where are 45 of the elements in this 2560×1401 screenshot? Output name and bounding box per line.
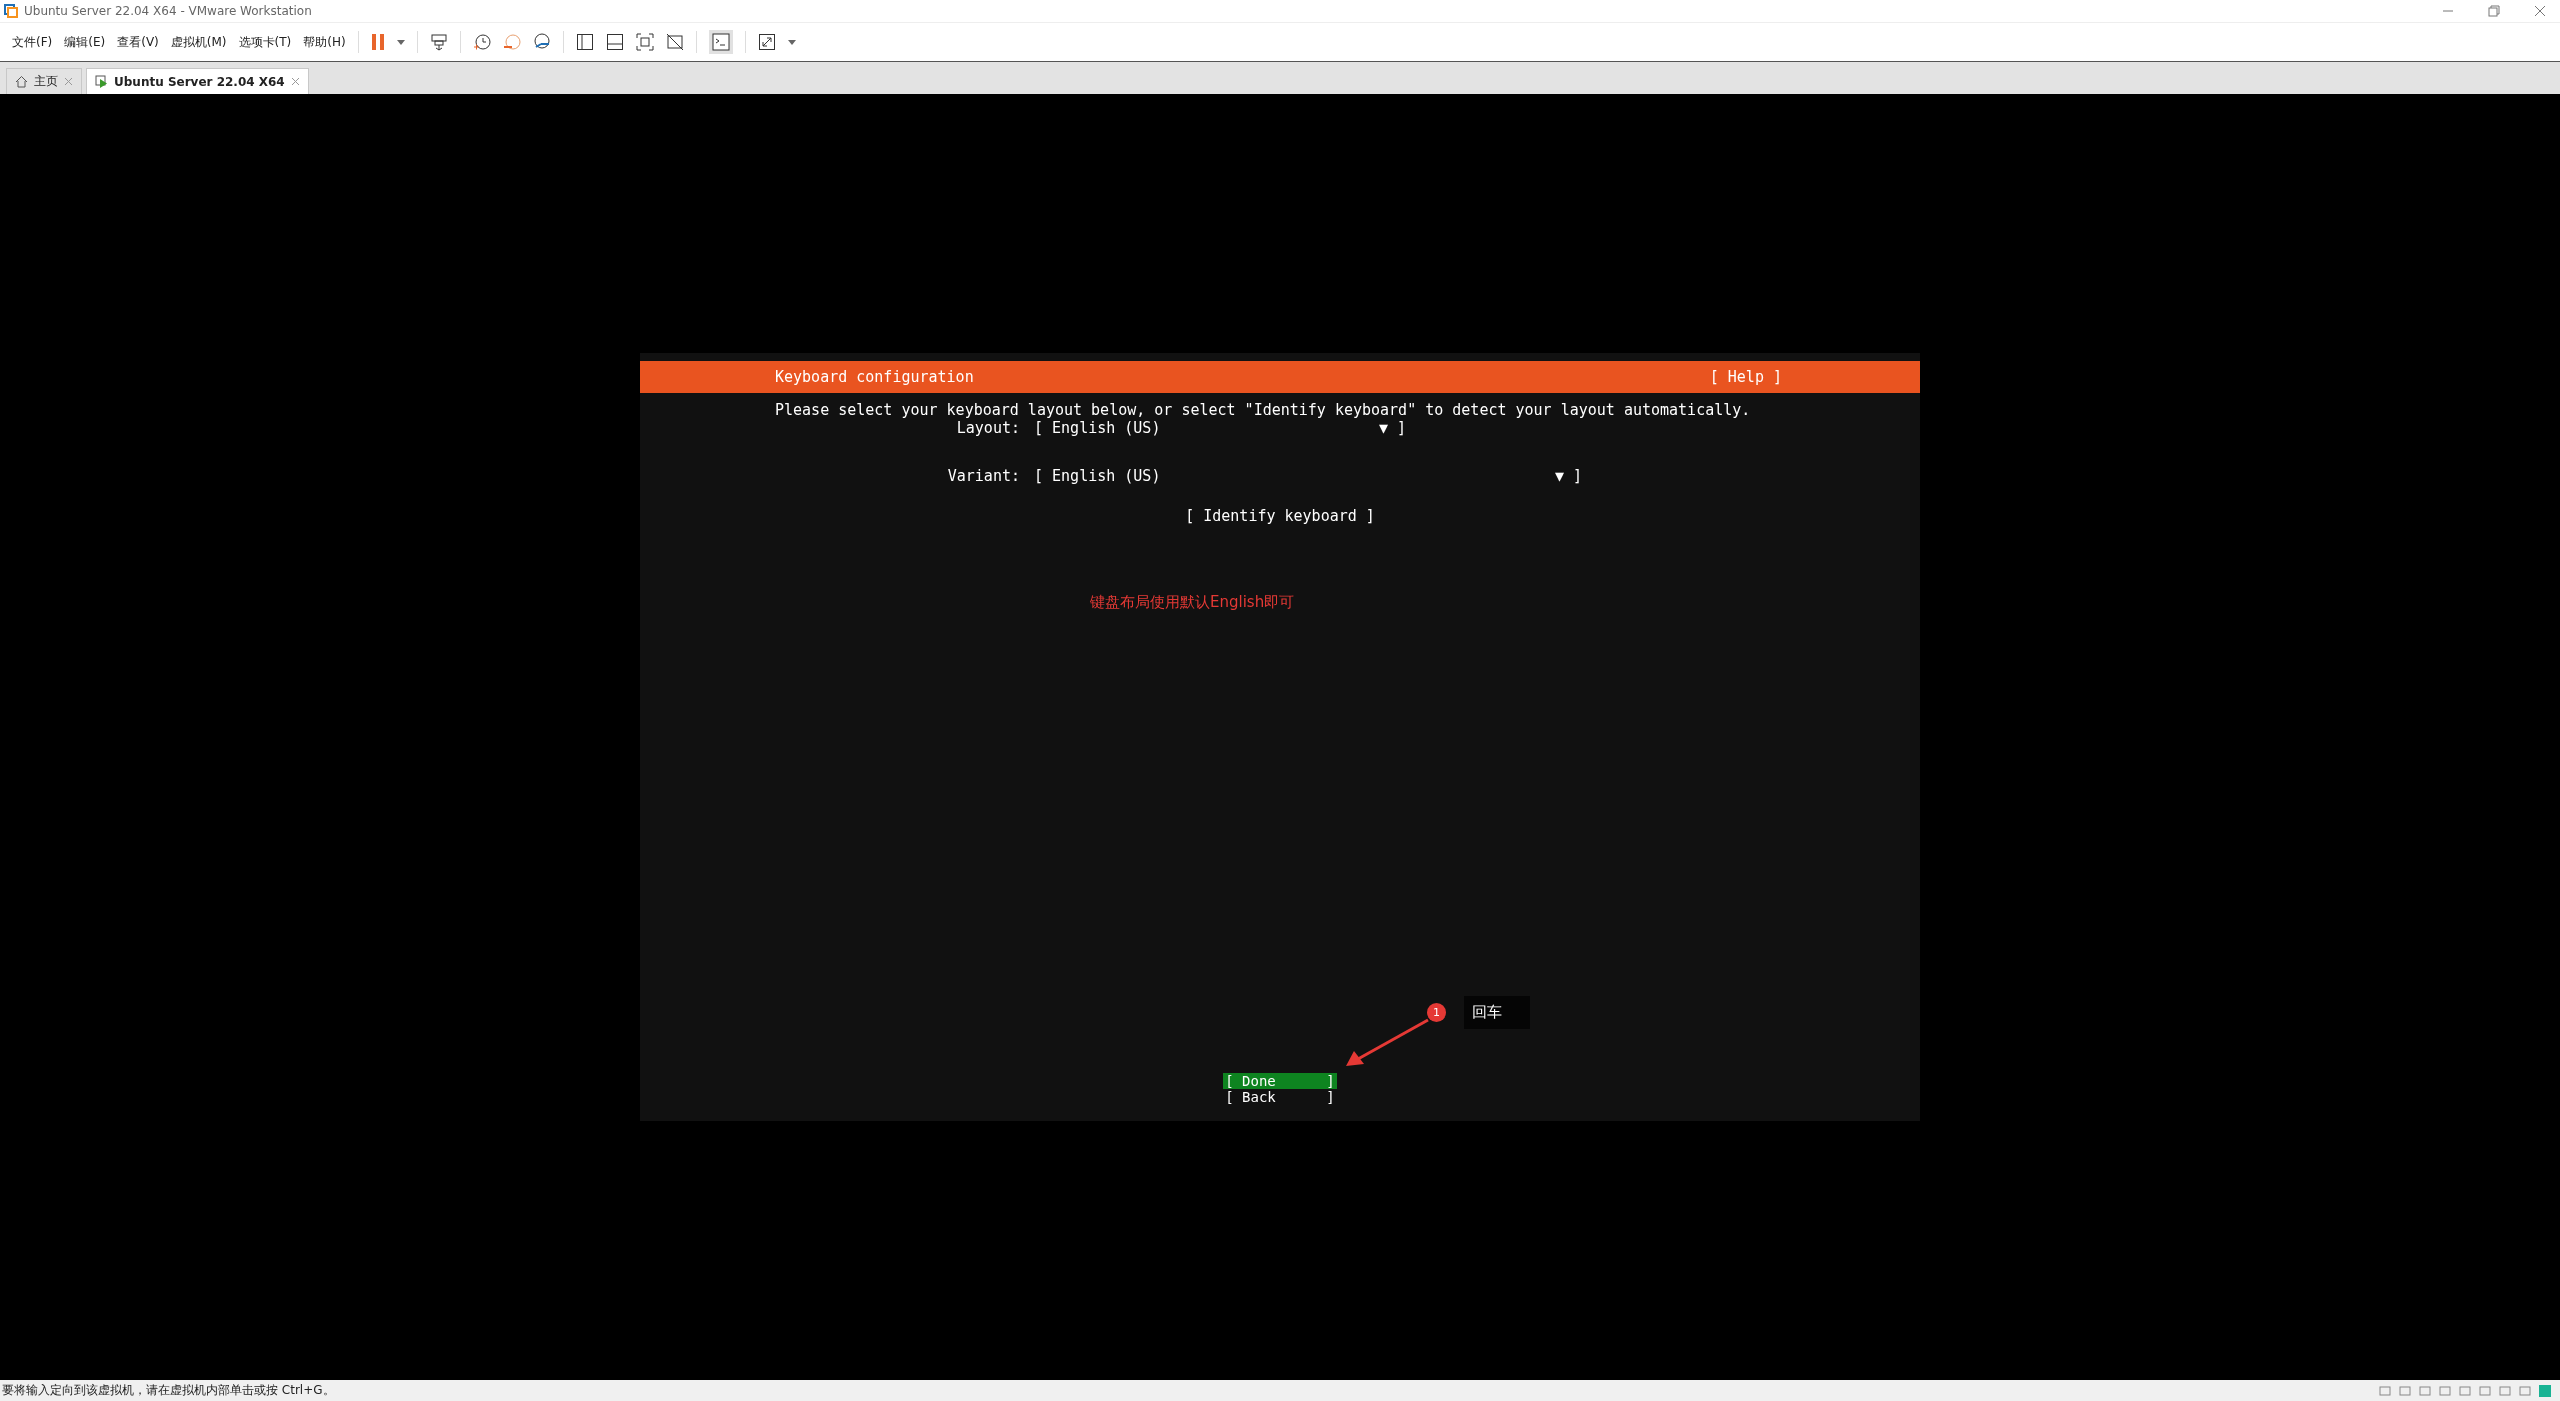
stretch-icon[interactable] (757, 33, 776, 51)
annotation-note: 键盘布局使用默认English即可 (1090, 593, 1295, 612)
home-icon (15, 75, 28, 88)
installer-button[interactable]: [ Done ] (1223, 1073, 1337, 1089)
installer-button[interactable]: [ Back ] (1223, 1089, 1337, 1105)
field-label: Layout: (955, 419, 1021, 437)
menu-item[interactable]: 虚拟机(M) (170, 33, 227, 51)
installer-title: Keyboard configuration (775, 368, 974, 386)
menu-item[interactable]: 帮助(H) (303, 33, 346, 51)
console-icon[interactable] (708, 30, 733, 54)
field-label: Variant: (946, 467, 1021, 485)
revert-clock-icon[interactable] (502, 33, 521, 51)
status-text: 要将输入定向到该虚拟机，请在虚拟机内部单击或按 Ctrl+G。 (2, 1382, 335, 1399)
message-icon[interactable] (2538, 1383, 2552, 1398)
instruction-text: Please select your keyboard layout below, or select "Identify keyboard" to detect your layout automatically. (775, 401, 1752, 419)
clock-icon[interactable] (472, 33, 491, 51)
close-icon[interactable] (64, 77, 73, 86)
step-label: 回车 (1464, 996, 1530, 1029)
restore-icon[interactable] (2488, 5, 2500, 17)
caret-icon[interactable] (396, 39, 405, 45)
dropdown[interactable]: [ English (US) ▼ ] (1034, 419, 1406, 437)
help-button[interactable]: [ Help ] (1709, 368, 1782, 386)
sidebar-icon[interactable] (575, 33, 594, 51)
vm-icon (95, 75, 108, 88)
identify-keyboard-button[interactable]: [ Identify keyboard ] (1185, 507, 1375, 525)
menu-item[interactable]: 查看(V) (117, 33, 159, 51)
app-logo-icon (4, 4, 18, 18)
send-keys-icon[interactable] (429, 33, 448, 51)
tab-label: Ubuntu Server 22.04 X64 (114, 74, 285, 89)
menu-item[interactable]: 选项卡(T) (238, 33, 292, 51)
tab[interactable]: 主页 (6, 68, 82, 94)
fullscreen-icon[interactable] (635, 33, 654, 51)
close-icon[interactable] (2534, 5, 2546, 17)
dropdown[interactable]: [ English (US) ▼ ] (1034, 467, 1582, 485)
menu-item[interactable]: 编辑(E) (64, 33, 106, 51)
caret-icon[interactable] (787, 39, 796, 45)
close-icon[interactable] (290, 77, 300, 86)
window-title: Ubuntu Server 22.04 X64 - VMware Workstation (24, 4, 312, 18)
tab-label: 主页 (34, 73, 58, 90)
pause-icon[interactable] (370, 33, 385, 51)
menu-item[interactable]: 文件(F) (12, 33, 53, 51)
panel-icon[interactable] (605, 33, 624, 51)
step-badge: 1 (1427, 1003, 1446, 1022)
tab[interactable]: Ubuntu Server 22.04 X64 (86, 68, 309, 94)
unity-off-icon[interactable] (665, 33, 684, 51)
